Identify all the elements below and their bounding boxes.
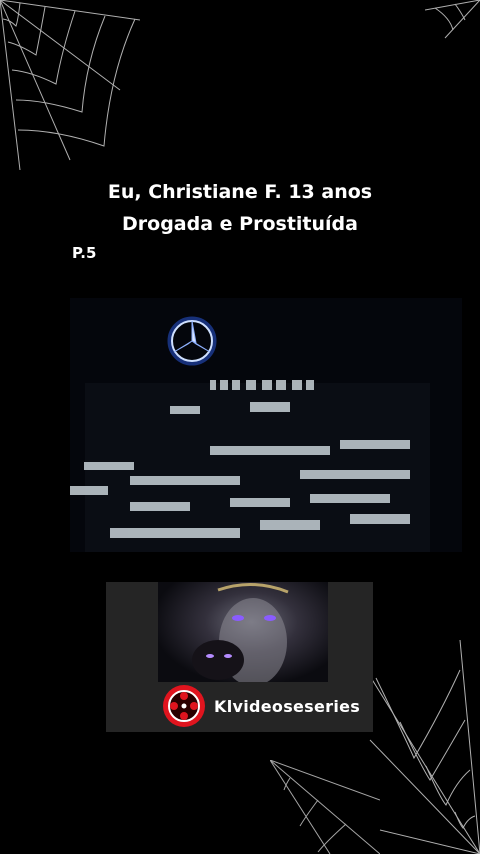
channel-brand: Klvideoseseries [162,684,360,728]
building-photo [70,298,462,552]
channel-name: Klvideoseseries [214,696,361,716]
spider-web-icon [270,760,380,854]
screen: { "title": { "line1": "Eu, Christiane F.… [0,0,480,854]
film-reel-icon [163,685,205,727]
channel-card[interactable]: Klvideoseseries [106,582,373,732]
channel-portrait [158,582,328,682]
spider-web-icon [0,0,140,170]
title-line-2: Drogada e Prostituída [122,213,358,235]
title-line-1: Eu, Christiane F. 13 anos [107,181,373,203]
video-title: Eu, Christiane F. 13 anos Drogada e Pros… [0,176,480,240]
building-illustration [70,298,462,552]
spider-web-icon [425,0,480,39]
part-label: P.5 [72,244,97,262]
